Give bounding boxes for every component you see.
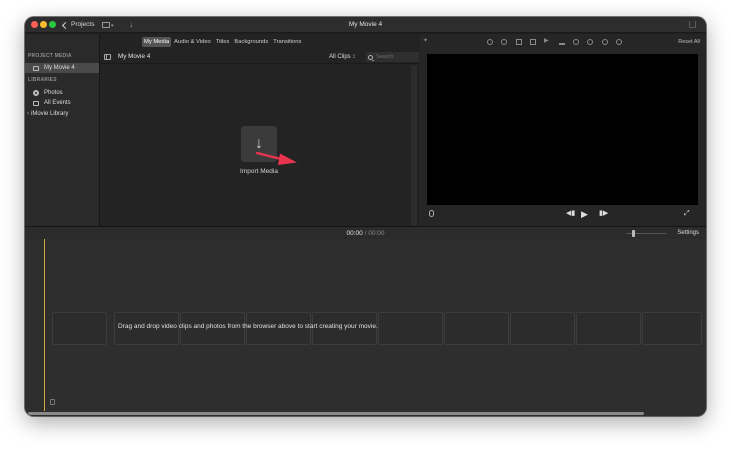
clip-placeholder [510, 312, 575, 345]
color-balance-icon[interactable] [487, 39, 493, 45]
reset-all-button[interactable]: Reset All [678, 34, 700, 50]
sidebar-item-my-movie[interactable]: My Movie 4 [25, 63, 99, 73]
sidebar-item-label: Photos [44, 90, 63, 96]
browser-scrollbar[interactable] [411, 65, 417, 226]
tab-transitions[interactable]: Transitions [271, 37, 303, 47]
clip-placeholder [52, 312, 107, 345]
stabilization-icon[interactable] [530, 39, 536, 45]
film-icon [33, 65, 39, 71]
tab-audio-video[interactable]: Audio & Video [172, 37, 213, 47]
clip-placeholder [642, 312, 702, 345]
skip-back-icon[interactable]: ◀▮ [566, 209, 575, 219]
volume-icon[interactable]: ▶ [544, 37, 550, 44]
photos-icon [33, 90, 39, 96]
play-icon[interactable]: ▶ [581, 209, 588, 219]
fullscreen-icon[interactable]: ⤢ [684, 209, 690, 219]
filter-icon[interactable] [602, 39, 608, 45]
color-correction-icon[interactable] [501, 39, 507, 45]
sidebar-item-photos[interactable]: Photos [25, 88, 99, 98]
timecode-separator: / [364, 230, 367, 237]
sidebar-item-imovie-library[interactable]: › iMovie Library [25, 109, 99, 119]
timecode-current: 00:00 [346, 230, 363, 237]
skip-forward-icon[interactable]: ▮▶ [599, 209, 608, 219]
tab-my-media[interactable]: My Media [142, 37, 172, 47]
sidebar-item-label: All Events [44, 100, 71, 106]
timeline-header: 00:00 / 00:00 Settings [25, 226, 706, 239]
viewer-panel: ◀▮ ▶ ▮▶ ⤢ [419, 50, 706, 226]
microphone-icon[interactable] [429, 210, 434, 217]
sidebar-item-label: iMovie Library [31, 111, 69, 117]
browser-header: My Movie 4 All Clips ↕ [100, 50, 426, 64]
libraries-sidebar: PROJECT MEDIA My Movie 4 LIBRARIES Photo… [25, 34, 100, 226]
events-icon [33, 100, 39, 106]
clip-placeholder [444, 312, 509, 345]
sidebar-item-label: My Movie 4 [44, 65, 75, 71]
equalizer-icon[interactable] [559, 39, 565, 45]
imovie-window: Projects ▾ ↓ My Movie 4 PROJECT MEDIA My… [25, 17, 706, 416]
arrow-down-icon: ↓ [255, 135, 263, 152]
search-icon [368, 54, 373, 60]
window-title: My Movie 4 [348, 21, 383, 28]
magic-wand-icon[interactable]: ✦ [423, 37, 429, 44]
clip-placeholder [576, 312, 641, 345]
clips-filter-select[interactable]: All Clips ↕ [329, 50, 355, 64]
timeline-zoom-slider[interactable] [626, 230, 666, 237]
browser-tabs: My Media Audio & Video Titles Background… [100, 34, 418, 50]
crop-icon[interactable] [516, 39, 522, 45]
timeline-scrollbar[interactable] [28, 412, 644, 415]
disclosure-chevron-icon[interactable]: › [27, 109, 29, 119]
timecode-total: 00:00 [368, 230, 385, 237]
speed-icon[interactable] [573, 39, 579, 45]
zoom-slider-knob[interactable] [632, 230, 635, 237]
audio-track-icon [50, 399, 55, 405]
noise-reduction-icon[interactable] [587, 39, 593, 45]
import-media-label: Import Media [240, 168, 278, 175]
timeline-empty-hint: Drag and drop video clips and photos fro… [118, 323, 378, 330]
adjustments-toolbar: ✦ ▶ Reset All [419, 34, 706, 50]
share-icon[interactable] [689, 21, 696, 28]
clip-placeholder [378, 312, 443, 345]
sidebar-item-all-events[interactable]: All Events [25, 98, 99, 108]
annotation-arrow [255, 151, 297, 165]
browser-title: My Movie 4 [118, 53, 151, 60]
timeline[interactable]: Drag and drop video clips and photos fro… [25, 239, 706, 416]
tab-titles[interactable]: Titles [214, 37, 232, 47]
video-preview [427, 54, 698, 205]
media-browser: My Media Audio & Video Titles Background… [100, 34, 426, 226]
playhead[interactable] [44, 239, 45, 411]
title-bar: Projects ▾ ↓ My Movie 4 [25, 17, 706, 33]
project-media-header: PROJECT MEDIA [28, 53, 72, 59]
libraries-header: LIBRARIES [28, 77, 57, 83]
tab-backgrounds[interactable]: Backgrounds [232, 37, 270, 47]
search-field[interactable] [366, 52, 426, 62]
sidebar-toggle-icon[interactable] [104, 54, 111, 60]
info-icon[interactable] [616, 39, 622, 45]
